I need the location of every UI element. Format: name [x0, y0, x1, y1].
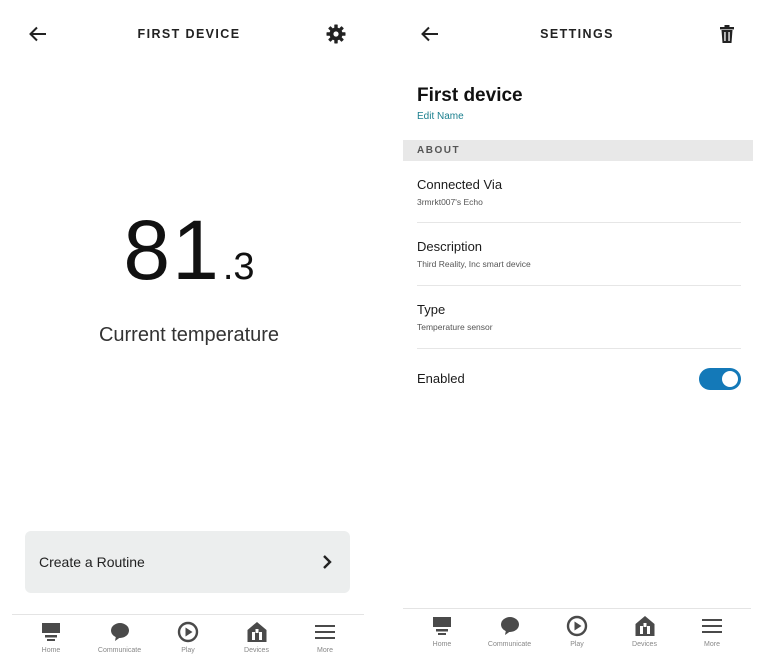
nav-label-play: Play [570, 641, 584, 648]
delete-button[interactable] [715, 22, 739, 46]
settings-header: SETTINGS [393, 0, 761, 68]
nav-label-communicate: Communicate [97, 647, 142, 654]
nav-item-more[interactable]: More [683, 609, 741, 658]
nav-item-home[interactable]: Home [413, 609, 471, 658]
home-icon [42, 623, 60, 641]
enabled-toggle[interactable] [699, 368, 741, 390]
nav-item-home[interactable]: Home [22, 615, 80, 664]
page-title: SETTINGS [540, 27, 614, 41]
divider [417, 222, 741, 223]
create-routine-label: Create a Routine [39, 554, 145, 570]
nav-label-devices: Devices [244, 647, 269, 654]
connected-via-row: Connected Via 3rmrkt007's Echo [417, 177, 741, 207]
temperature-readout: 81.3 [0, 208, 378, 292]
trash-icon [720, 25, 734, 43]
device-header: FIRST DEVICE [0, 0, 378, 68]
divider [417, 348, 741, 349]
menu-icon [315, 625, 335, 639]
page-title: FIRST DEVICE [137, 27, 241, 41]
chevron-right-icon [323, 555, 332, 569]
nav-label-home: Home [432, 641, 452, 648]
row-value: Temperature sensor [417, 322, 493, 332]
nav-item-devices[interactable]: Devices [616, 609, 674, 658]
divider [417, 285, 741, 286]
row-value: Third Reality, Inc smart device [417, 259, 531, 269]
device-screen: FIRST DEVICE 81.3 Current temperature Cr… [0, 0, 378, 670]
settings-button[interactable] [324, 22, 348, 46]
temperature-integer: 81 [123, 203, 221, 297]
description-row: Description Third Reality, Inc smart dev… [417, 239, 741, 269]
nav-label-more: More [317, 647, 333, 654]
bottom-nav: Home Communicate Play Devices More [12, 614, 364, 664]
nav-label-devices: Devices [632, 641, 657, 648]
devices-home-icon [247, 622, 266, 642]
settings-screen: SETTINGS First device Edit Name ABOUT Co… [393, 0, 761, 670]
nav-label-more: More [704, 641, 720, 648]
row-title: Description [417, 239, 483, 254]
edit-name-link[interactable]: Edit Name [417, 111, 464, 122]
nav-item-communicate[interactable]: Communicate [91, 615, 149, 664]
nav-item-devices[interactable]: Devices [228, 615, 286, 664]
enabled-label: Enabled [417, 371, 465, 386]
nav-label-home: Home [41, 647, 61, 654]
gear-icon [326, 24, 346, 44]
devices-home-icon [635, 616, 654, 636]
type-row: Type Temperature sensor [417, 302, 741, 332]
temperature-decimal: .3 [222, 246, 255, 288]
nav-item-play[interactable]: Play [548, 609, 606, 658]
chat-bubble-icon [110, 623, 129, 641]
device-name: First device [417, 85, 523, 106]
bottom-nav: Home Communicate Play Devices More [403, 608, 751, 658]
create-routine-button[interactable]: Create a Routine [25, 531, 350, 593]
nav-item-communicate[interactable]: Communicate [481, 609, 539, 658]
enabled-row: Enabled [417, 371, 741, 386]
row-value: 3rmrkt007's Echo [417, 197, 483, 207]
nav-item-play[interactable]: Play [159, 615, 217, 664]
home-icon [433, 617, 451, 635]
temperature-label: Current temperature [98, 324, 280, 346]
menu-icon [702, 619, 722, 633]
chat-bubble-icon [500, 617, 519, 635]
toggle-knob [722, 371, 738, 387]
play-icon [566, 615, 588, 637]
nav-item-more[interactable]: More [296, 615, 354, 664]
play-icon [177, 621, 199, 643]
row-title: Connected Via [417, 177, 503, 192]
section-header-about: ABOUT [403, 140, 753, 161]
row-title: Type [417, 302, 446, 317]
nav-label-play: Play [181, 647, 195, 654]
nav-label-communicate: Communicate [487, 641, 532, 648]
